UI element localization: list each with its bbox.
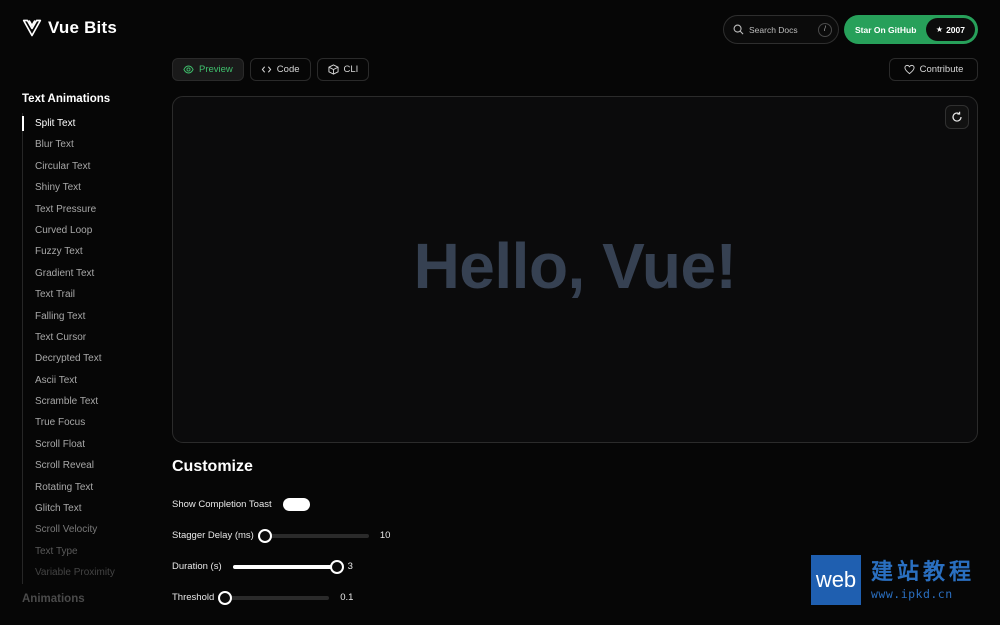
sidebar-item-split-text[interactable]: Split Text bbox=[22, 113, 162, 134]
tab-preview-label: Preview bbox=[199, 64, 233, 75]
preview-panel: Hello, Vue! bbox=[172, 96, 978, 443]
sidebar-item-decrypted-text[interactable]: Decrypted Text bbox=[23, 348, 162, 369]
sidebar-item-text-type[interactable]: Text Type bbox=[23, 541, 162, 562]
threshold-slider[interactable] bbox=[218, 590, 330, 605]
sidebar-item-text-cursor[interactable]: Text Cursor bbox=[23, 327, 162, 348]
sidebar: Text Animations Split Text Blur Text Cir… bbox=[22, 93, 162, 605]
stagger-delay-control: Stagger Delay (ms) 10 bbox=[172, 528, 391, 543]
sidebar-item-fuzzy-text[interactable]: Fuzzy Text bbox=[23, 241, 162, 262]
sidebar-item-curved-loop[interactable]: Curved Loop bbox=[23, 220, 162, 241]
sidebar-item-scroll-reveal[interactable]: Scroll Reveal bbox=[23, 455, 162, 476]
star-icon: ★ bbox=[935, 25, 944, 34]
contribute-button[interactable]: Contribute bbox=[889, 58, 978, 81]
sidebar-item-rotating-text[interactable]: Rotating Text bbox=[23, 477, 162, 498]
slider-thumb[interactable] bbox=[218, 590, 233, 605]
watermark-logo: web bbox=[811, 555, 861, 605]
customize-title: Customize bbox=[172, 458, 253, 475]
vue-logo-icon bbox=[22, 19, 42, 37]
sidebar-item-scramble-text[interactable]: Scramble Text bbox=[23, 391, 162, 412]
watermark-url: www.ipkd.cn bbox=[871, 586, 953, 601]
refresh-button[interactable] bbox=[945, 105, 969, 129]
sidebar-item-variable-proximity[interactable]: Variable Proximity bbox=[23, 562, 162, 583]
eye-icon bbox=[183, 65, 194, 74]
sidebar-item-gradient-text[interactable]: Gradient Text bbox=[23, 263, 162, 284]
slider-thumb[interactable] bbox=[257, 528, 272, 543]
duration-value: 3 bbox=[347, 561, 353, 572]
stagger-delay-label: Stagger Delay (ms) bbox=[172, 530, 254, 541]
sidebar-item-shiny-text[interactable]: Shiny Text bbox=[23, 177, 162, 198]
sidebar-item-circular-text[interactable]: Circular Text bbox=[23, 156, 162, 177]
sidebar-section-title: Text Animations bbox=[22, 93, 111, 105]
sidebar-item-scroll-float[interactable]: Scroll Float bbox=[23, 434, 162, 455]
preview-split-text: Hello, Vue! bbox=[413, 230, 737, 302]
duration-label: Duration (s) bbox=[172, 561, 222, 572]
duration-slider[interactable] bbox=[232, 559, 344, 574]
tab-code-label: Code bbox=[276, 64, 300, 75]
watermark-text: 建站教程 www.ipkd.cn bbox=[871, 558, 976, 601]
search-icon bbox=[733, 24, 744, 35]
tab-cli-label: CLI bbox=[343, 64, 359, 75]
completion-toast-label: Show Completion Toast bbox=[172, 499, 272, 510]
sidebar-item-ascii-text[interactable]: Ascii Text bbox=[23, 370, 162, 391]
duration-control: Duration (s) 3 bbox=[172, 559, 353, 574]
brand-logo[interactable]: Vue Bits bbox=[22, 18, 117, 38]
watermark-title: 建站教程 bbox=[871, 558, 976, 584]
threshold-control: Threshold 0.1 bbox=[172, 590, 354, 605]
star-on-github-button[interactable]: Star On GitHub ★ 2007 bbox=[844, 15, 978, 44]
sidebar-item-falling-text[interactable]: Falling Text bbox=[23, 306, 162, 327]
threshold-label: Threshold bbox=[172, 592, 215, 603]
sidebar-section-animations[interactable]: Animations bbox=[22, 593, 162, 605]
slider-thumb[interactable] bbox=[329, 559, 344, 574]
slider-fill bbox=[232, 564, 337, 569]
top-header: Vue Bits Search Docs / Star On GitHub ★ … bbox=[0, 0, 1000, 58]
stagger-delay-slider[interactable] bbox=[257, 528, 369, 543]
github-button-label: Star On GitHub bbox=[855, 24, 917, 35]
github-star-count: ★ 2007 bbox=[925, 18, 975, 41]
contribute-label: Contribute bbox=[919, 64, 964, 75]
threshold-value: 0.1 bbox=[340, 592, 354, 603]
search-placeholder: Search Docs bbox=[749, 24, 798, 35]
sidebar-item-true-focus[interactable]: True Focus bbox=[23, 412, 162, 433]
site-watermark: web 建站教程 www.ipkd.cn bbox=[811, 555, 975, 605]
stagger-delay-value: 10 bbox=[379, 530, 391, 541]
refresh-icon bbox=[952, 111, 962, 122]
code-icon bbox=[261, 66, 272, 73]
sidebar-item-text-trail[interactable]: Text Trail bbox=[23, 284, 162, 305]
sidebar-item-glitch-text[interactable]: Glitch Text bbox=[23, 498, 162, 519]
sidebar-item-blur-text[interactable]: Blur Text bbox=[23, 134, 162, 155]
brand-name: Vue Bits bbox=[48, 18, 117, 37]
sidebar-item-text-pressure[interactable]: Text Pressure bbox=[23, 199, 162, 220]
sidebar-list: Split Text Blur Text Circular Text Shiny… bbox=[22, 113, 162, 584]
completion-toast-control: Show Completion Toast bbox=[172, 498, 310, 511]
github-stars-value: 2007 bbox=[946, 24, 965, 35]
view-tabs: Preview Code CLI bbox=[172, 58, 370, 81]
box-icon bbox=[327, 64, 339, 75]
tab-preview[interactable]: Preview bbox=[172, 58, 244, 81]
search-shortcut-key: / bbox=[818, 22, 832, 37]
heart-icon bbox=[904, 64, 915, 75]
completion-toast-toggle[interactable] bbox=[282, 498, 310, 511]
tab-code[interactable]: Code bbox=[249, 58, 311, 81]
tab-cli[interactable]: CLI bbox=[316, 58, 370, 81]
search-docs-input[interactable]: Search Docs / bbox=[723, 15, 839, 44]
sidebar-item-scroll-velocity[interactable]: Scroll Velocity bbox=[23, 519, 162, 540]
